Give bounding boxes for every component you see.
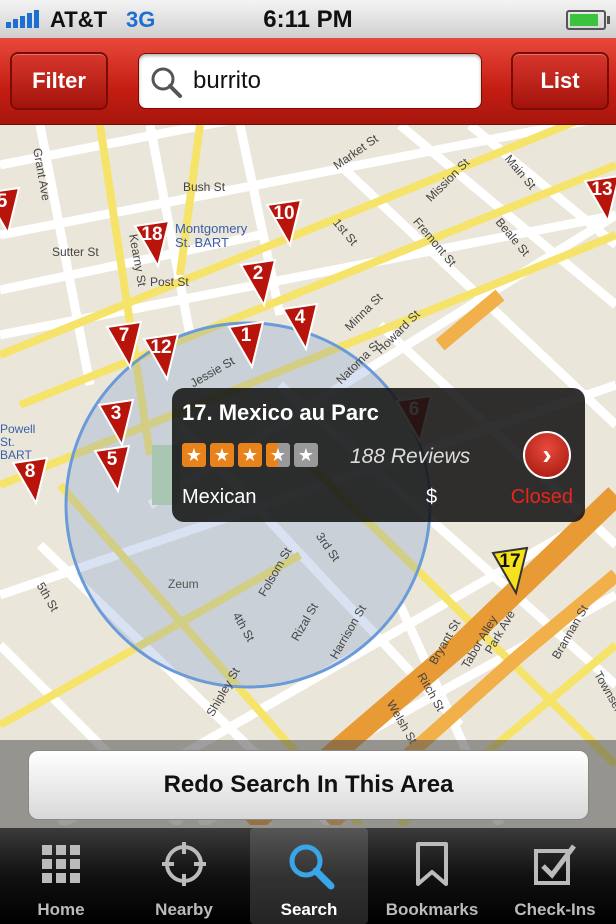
tab-label: Check-Ins [514,900,596,919]
map-pin-selected[interactable]: 17 [490,545,530,597]
status-bar: AT&T 3G 6:11 PM [0,0,616,38]
open-status: Closed [510,486,573,508]
map-pin[interactable]: 5 [92,443,132,495]
museum-label: Zeum [168,577,199,591]
list-button[interactable]: List [511,52,609,110]
pin-number: 8 [24,461,36,482]
tab-check-ins[interactable]: Check-Ins [496,828,614,924]
map-pin[interactable]: 2 [238,257,278,309]
tab-label: Nearby [155,900,213,919]
search-toolbar: Filter List [0,38,616,125]
search-input[interactable] [191,62,475,100]
map-pin[interactable]: 10 [264,197,304,249]
tab-nearby[interactable]: Nearby [125,828,243,924]
redo-search-button[interactable]: Redo Search In This Area [28,750,589,820]
pin-number: 2 [252,263,264,284]
transit-station-label: Montgomery St. BART [175,221,248,250]
star-icon: ★ [238,443,262,467]
review-count: 188 Reviews [350,445,471,468]
pin-number: 12 [150,337,172,358]
chevron-right-icon[interactable]: › [523,431,571,479]
map-pin[interactable]: 8 [10,455,50,507]
star-half-icon: ★ [266,443,290,467]
battery-icon [566,10,610,30]
map-pin[interactable]: 12 [141,331,181,383]
street-label: Post St [150,275,189,289]
tab-label: Search [280,900,338,919]
place-name: 17. Mexico au Parc [182,400,379,425]
search-icon [289,844,335,890]
map-pin[interactable]: 4 [280,301,320,353]
map-pin[interactable]: 7 [104,319,144,371]
pin-number: 1 [240,325,252,346]
star-icon: ★ [182,443,206,467]
place-price: $ [426,486,438,508]
checkbox-icon [534,844,576,885]
tab-bookmarks[interactable]: Bookmarks [373,828,491,924]
tab-label: Bookmarks [385,900,479,919]
place-callout[interactable]: 17. Mexico au Parc ★ ★ ★ ★ ★ 188 Reviews… [172,388,585,522]
star-rating: ★ ★ ★ ★ ★ [182,443,318,467]
tab-home[interactable]: Home [2,828,120,924]
pin-number: 5 [0,191,8,212]
pin-number: 13 [591,179,613,200]
map-pin[interactable]: 18 [132,218,172,270]
pin-number: 7 [118,325,130,346]
star-empty-icon: ★ [294,443,318,467]
star-icon: ★ [210,443,234,467]
map-pin[interactable]: 1 [226,319,266,371]
street-label: Bush St [183,180,226,194]
place-category: Mexican [182,486,257,508]
search-field[interactable] [138,53,482,109]
pin-number: 17 [499,551,521,572]
tab-label: Home [37,900,85,919]
pin-number: 10 [273,203,295,224]
pin-number: 18 [141,224,163,245]
map-pin[interactable]: 5 [0,185,22,237]
bookmark-icon [416,842,448,886]
street-label: Sutter St [52,245,99,259]
status-time: 6:11 PM [263,6,353,33]
filter-button[interactable]: Filter [10,52,108,110]
map-pin[interactable]: 13 [582,173,616,225]
pin-number: 4 [294,307,306,328]
map-pin[interactable]: 3 [96,397,136,449]
map-view[interactable]: Bush St Sutter St Post St Grant Ave Kear… [0,125,616,825]
grid-icon [42,845,80,883]
pin-number: 3 [110,403,122,424]
pin-number: 5 [106,449,118,470]
tab-bar: Home Nearby Search Bookmarks Check-Ins [0,828,616,924]
crosshair-icon [162,842,206,886]
tab-search[interactable]: Search [250,828,368,924]
search-icon [151,67,182,98]
